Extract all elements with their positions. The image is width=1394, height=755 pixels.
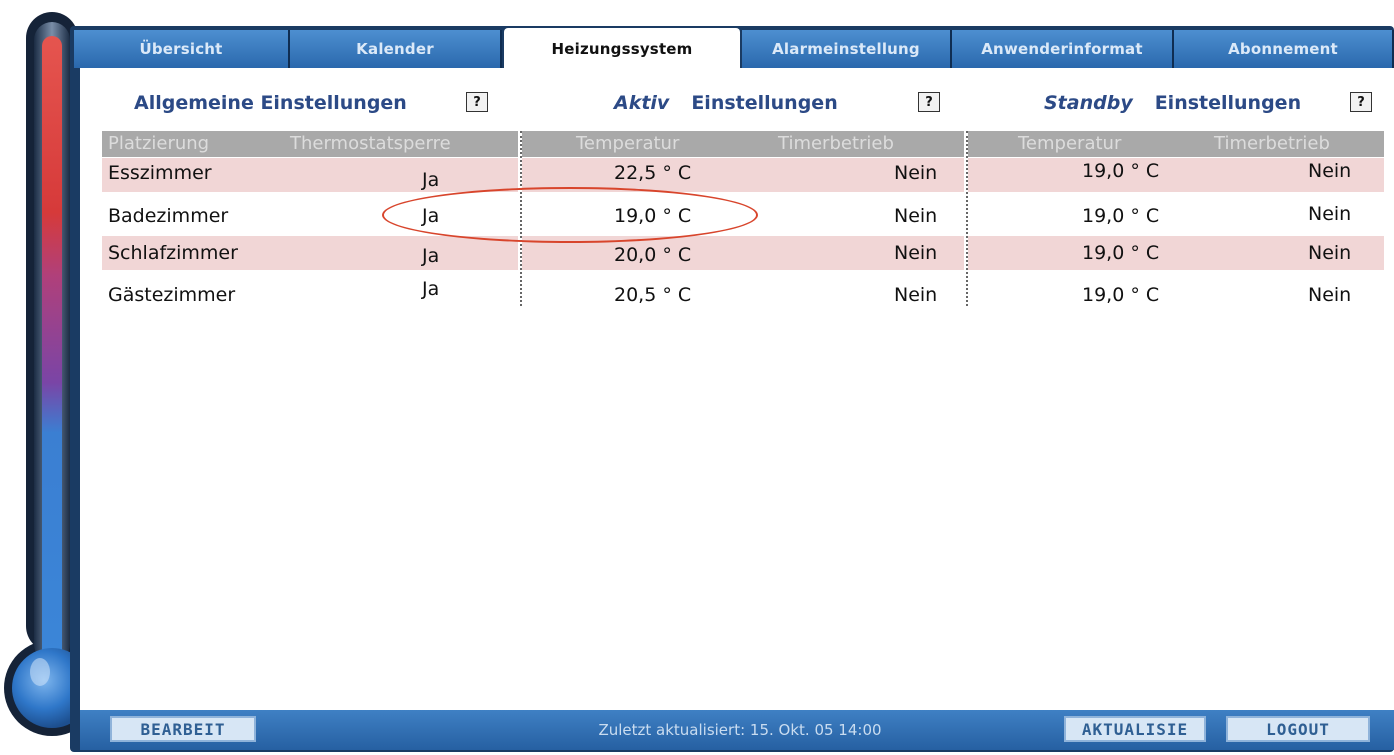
tab-anwenderinformat[interactable]: Anwenderinformat [952,30,1174,68]
thermostat-lock-value: Ja [422,245,440,267]
tab-kalender[interactable]: Kalender [290,30,502,68]
standby-settings-heading: Standby Einstellungen [1044,88,1301,118]
standby-timer-value: Nein [1308,160,1352,182]
active-settings-title: Einstellungen [691,92,838,114]
active-temp-value: 20,5 ° C [614,284,692,306]
standby-settings-prefix: Standby [1044,92,1133,114]
active-timer-value: Nein [894,284,938,306]
standby-help-icon[interactable]: ? [1350,92,1372,112]
room-name: Badezimmer [108,205,229,227]
tab-uebersicht[interactable]: Übersicht [74,30,290,68]
active-help-icon[interactable]: ? [918,92,940,112]
last-updated-status: Zuletzt aktualisiert: 15. Okt. 05 14:00 [598,721,882,739]
column-header-standby-temp: Temperatur [1018,133,1122,154]
standby-timer-value: Nein [1308,284,1352,306]
standby-temp-value: 19,0 ° C [1082,205,1160,227]
standby-temp-value: 19,0 ° C [1082,284,1160,306]
tab-alarmeinstellung[interactable]: Alarmeinstellung [742,30,952,68]
column-header-active-temp: Temperatur [576,133,680,154]
refresh-button[interactable]: AKTUALISIE [1064,716,1206,742]
column-header-lock: Thermostatsperre [290,133,451,154]
room-name: Esszimmer [108,162,212,184]
highlight-ellipse [382,187,758,243]
general-settings-heading: Allgemeine Einstellungen [134,88,407,118]
tab-heizungssystem[interactable]: Heizungssystem [504,28,740,70]
active-timer-value: Nein [894,162,938,184]
logout-button[interactable]: LOGOUT [1226,716,1370,742]
standby-timer-value: Nein [1308,203,1352,225]
column-header-active-timer: Timerbetrieb [778,133,894,154]
active-timer-value: Nein [894,242,938,264]
thermostat-lock-value: Ja [422,278,440,300]
active-settings-prefix: Aktiv [614,92,670,114]
active-timer-value: Nein [894,205,938,227]
room-name: Schlafzimmer [108,242,238,264]
active-temp-value: 20,0 ° C [614,244,692,266]
general-settings-title: Allgemeine Einstellungen [134,92,407,114]
standby-temp-value: 19,0 ° C [1082,242,1160,264]
column-header-placement: Platzierung [108,133,210,154]
standby-settings-title: Einstellungen [1154,92,1302,114]
tab-abonnement[interactable]: Abonnement [1174,30,1394,68]
active-temp-value: 22,5 ° C [614,162,692,184]
room-name: Gästezimmer [108,284,236,306]
column-separator [966,131,968,306]
active-settings-heading: Aktiv Einstellungen [614,88,838,118]
standby-timer-value: Nein [1308,242,1352,264]
edit-button[interactable]: BEARBEIT [110,716,256,742]
column-header-standby-timer: Timerbetrieb [1214,133,1330,154]
general-help-icon[interactable]: ? [466,92,488,112]
thermostat-lock-value: Ja [422,169,440,191]
standby-temp-value: 19,0 ° C [1082,160,1160,182]
tab-bar: Übersicht Kalender Heizungssystem Alarme… [74,28,1394,70]
